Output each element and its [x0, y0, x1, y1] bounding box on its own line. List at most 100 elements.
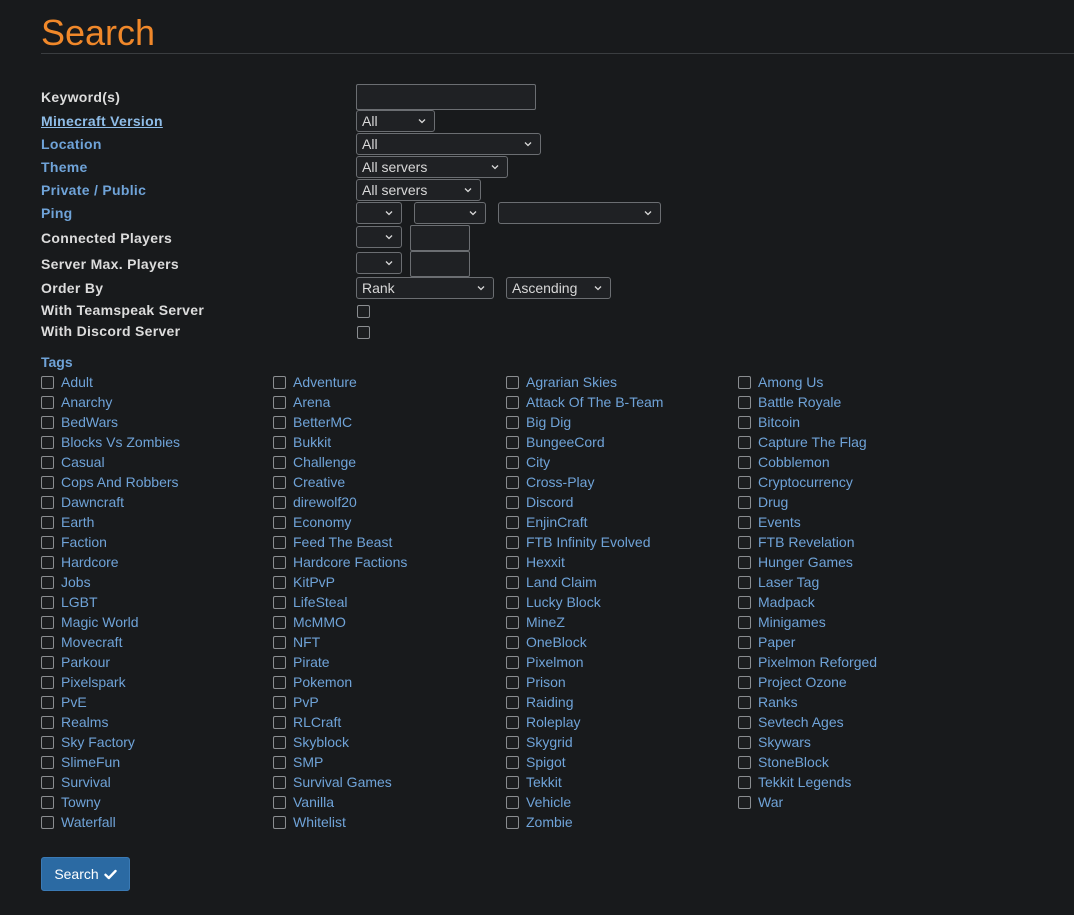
tag-label[interactable]: Drug — [758, 494, 788, 510]
tag-checkbox[interactable] — [273, 435, 286, 449]
tag-checkbox[interactable] — [41, 435, 54, 449]
tag-checkbox[interactable] — [506, 555, 519, 569]
tag-label[interactable]: Dawncraft — [61, 494, 124, 510]
tag-label[interactable]: Bukkit — [293, 434, 331, 450]
tag-checkbox[interactable] — [41, 675, 54, 689]
tag-checkbox[interactable] — [273, 735, 286, 749]
tag-checkbox[interactable] — [738, 635, 751, 649]
tag-dawncraft[interactable]: Dawncraft — [41, 493, 124, 511]
tag-label[interactable]: Whitelist — [293, 814, 346, 830]
tag-pixelspark[interactable]: Pixelspark — [41, 673, 126, 691]
tag-challenge[interactable]: Challenge — [273, 453, 356, 471]
tag-checkbox[interactable] — [273, 395, 286, 409]
tag-label[interactable]: Towny — [61, 794, 101, 810]
tag-pirate[interactable]: Pirate — [273, 653, 330, 671]
tag-label[interactable]: Skygrid — [526, 734, 573, 750]
tag-checkbox[interactable] — [41, 615, 54, 629]
tag-nft[interactable]: NFT — [273, 633, 320, 651]
tag-checkbox[interactable] — [738, 755, 751, 769]
connected-players-input[interactable] — [410, 225, 470, 251]
tag-checkbox[interactable] — [506, 815, 519, 829]
tag-arena[interactable]: Arena — [273, 393, 330, 411]
tag-checkbox[interactable] — [41, 595, 54, 609]
tag-checkbox[interactable] — [506, 535, 519, 549]
tag-label[interactable]: Anarchy — [61, 394, 112, 410]
server-max-players-input[interactable] — [410, 251, 470, 277]
tag-pokemon[interactable]: Pokemon — [273, 673, 352, 691]
tag-hexxit[interactable]: Hexxit — [506, 553, 565, 571]
tag-stoneblock[interactable]: StoneBlock — [738, 753, 829, 771]
tag-label[interactable]: LifeSteal — [293, 594, 347, 610]
tag-checkbox[interactable] — [41, 535, 54, 549]
tag-label[interactable]: LGBT — [61, 594, 98, 610]
tag-cryptocurrency[interactable]: Cryptocurrency — [738, 473, 853, 491]
tag-label[interactable]: Hardcore — [61, 554, 119, 570]
tag-pve[interactable]: PvE — [41, 693, 87, 711]
tag-bungeecord[interactable]: BungeeCord — [506, 433, 605, 451]
tag-label[interactable]: Spigot — [526, 754, 566, 770]
tag-label[interactable]: Laser Tag — [758, 574, 819, 590]
tag-cops-and-robbers[interactable]: Cops And Robbers — [41, 473, 179, 491]
ping-select-2[interactable] — [414, 202, 486, 224]
tag-creative[interactable]: Creative — [273, 473, 345, 491]
tag-checkbox[interactable] — [273, 755, 286, 769]
minecraft-version-label[interactable]: Minecraft Version — [41, 113, 163, 129]
tag-sky-factory[interactable]: Sky Factory — [41, 733, 135, 751]
tag-label[interactable]: Vehicle — [526, 794, 571, 810]
tag-oneblock[interactable]: OneBlock — [506, 633, 587, 651]
tag-movecraft[interactable]: Movecraft — [41, 633, 122, 651]
tag-land-claim[interactable]: Land Claim — [506, 573, 597, 591]
tag-checkbox[interactable] — [738, 415, 751, 429]
tag-mcmmo[interactable]: McMMO — [273, 613, 346, 631]
tag-checkbox[interactable] — [506, 435, 519, 449]
tag-paper[interactable]: Paper — [738, 633, 795, 651]
tag-checkbox[interactable] — [41, 395, 54, 409]
tag-bukkit[interactable]: Bukkit — [273, 433, 331, 451]
server-max-players-operator-select[interactable] — [356, 252, 402, 274]
tag-label[interactable]: Discord — [526, 494, 573, 510]
tag-checkbox[interactable] — [273, 535, 286, 549]
tag-checkbox[interactable] — [273, 455, 286, 469]
private-public-select[interactable]: All servers — [356, 179, 481, 201]
tag-label[interactable]: Pixelmon Reforged — [758, 654, 877, 670]
tag-checkbox[interactable] — [506, 595, 519, 609]
tag-label[interactable]: Vanilla — [293, 794, 334, 810]
tag-events[interactable]: Events — [738, 513, 801, 531]
tag-checkbox[interactable] — [506, 495, 519, 509]
tag-checkbox[interactable] — [41, 575, 54, 589]
tag-label[interactable]: Feed The Beast — [293, 534, 392, 550]
tag-checkbox[interactable] — [506, 675, 519, 689]
tag-label[interactable]: RLCraft — [293, 714, 341, 730]
tag-label[interactable]: OneBlock — [526, 634, 587, 650]
tag-big-dig[interactable]: Big Dig — [506, 413, 571, 431]
tag-label[interactable]: Hardcore Factions — [293, 554, 407, 570]
tag-checkbox[interactable] — [273, 655, 286, 669]
tag-label[interactable]: BungeeCord — [526, 434, 605, 450]
tag-checkbox[interactable] — [41, 735, 54, 749]
tag-checkbox[interactable] — [506, 375, 519, 389]
tag-checkbox[interactable] — [506, 415, 519, 429]
tag-pvp[interactable]: PvP — [273, 693, 319, 711]
tag-label[interactable]: Madpack — [758, 594, 815, 610]
tag-label[interactable]: Adventure — [293, 374, 357, 390]
tag-checkbox[interactable] — [506, 635, 519, 649]
tag-checkbox[interactable] — [506, 715, 519, 729]
tag-checkbox[interactable] — [273, 815, 286, 829]
tag-label[interactable]: Sevtech Ages — [758, 714, 844, 730]
tag-drug[interactable]: Drug — [738, 493, 788, 511]
tag-blocks-vs-zombies[interactable]: Blocks Vs Zombies — [41, 433, 180, 451]
tag-checkbox[interactable] — [738, 695, 751, 709]
tag-capture-the-flag[interactable]: Capture The Flag — [738, 433, 867, 451]
tag-checkbox[interactable] — [41, 515, 54, 529]
tag-label[interactable]: StoneBlock — [758, 754, 829, 770]
search-button[interactable]: Search — [41, 857, 130, 891]
tag-checkbox[interactable] — [273, 695, 286, 709]
tag-checkbox[interactable] — [273, 795, 286, 809]
tag-cross-play[interactable]: Cross-Play — [506, 473, 594, 491]
tag-anarchy[interactable]: Anarchy — [41, 393, 112, 411]
tag-direwolf20[interactable]: direwolf20 — [273, 493, 357, 511]
tag-label[interactable]: Earth — [61, 514, 94, 530]
tag-label[interactable]: Bitcoin — [758, 414, 800, 430]
tag-label[interactable]: Casual — [61, 454, 105, 470]
tag-roleplay[interactable]: Roleplay — [506, 713, 580, 731]
